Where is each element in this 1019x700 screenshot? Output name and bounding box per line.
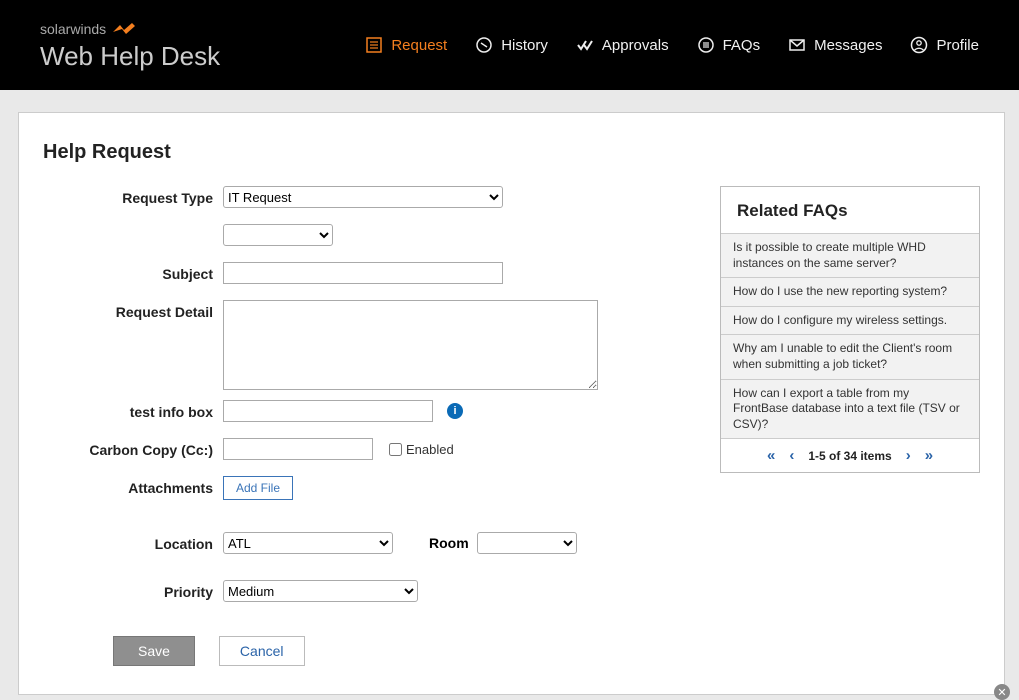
test-info-box-input[interactable] xyxy=(223,400,433,422)
secondary-type-select[interactable] xyxy=(223,224,333,246)
cancel-button[interactable]: Cancel xyxy=(219,636,305,666)
save-button[interactable]: Save xyxy=(113,636,195,666)
request-detail-textarea[interactable] xyxy=(223,300,598,390)
faq-icon xyxy=(697,36,715,54)
nav-history[interactable]: History xyxy=(475,36,548,54)
faq-item[interactable]: How can I export a table from my FrontBa… xyxy=(721,379,979,439)
label-priority: Priority xyxy=(43,580,223,600)
location-select[interactable]: ATL xyxy=(223,532,393,554)
priority-select[interactable]: Medium xyxy=(223,580,418,602)
label-room: Room xyxy=(429,535,469,551)
enabled-checkbox[interactable] xyxy=(389,443,402,456)
nav-request-label: Request xyxy=(391,37,447,54)
nav-approvals[interactable]: Approvals xyxy=(576,36,669,54)
label-location: Location xyxy=(43,532,223,552)
brand: solarwinds Web Help Desk xyxy=(40,18,220,72)
pager-last-icon[interactable]: » xyxy=(925,447,933,464)
carbon-copy-input[interactable] xyxy=(223,438,373,460)
page-title: Help Request xyxy=(43,141,980,164)
check-icon xyxy=(576,36,594,54)
nav-profile[interactable]: Profile xyxy=(910,36,979,54)
nav-messages-label: Messages xyxy=(814,37,882,54)
brand-title: Web Help Desk xyxy=(40,41,220,72)
info-icon[interactable]: i xyxy=(447,403,463,419)
brand-logo-icon xyxy=(112,18,136,39)
main-nav: Request History Approvals FAQs Messages xyxy=(365,36,979,54)
faq-title: Related FAQs xyxy=(721,187,979,233)
nav-request[interactable]: Request xyxy=(365,36,447,54)
pager-next-icon[interactable]: › xyxy=(906,447,911,464)
brand-subtitle: solarwinds xyxy=(40,18,220,39)
brand-company: solarwinds xyxy=(40,21,106,37)
room-select[interactable] xyxy=(477,532,577,554)
faq-item[interactable]: How do I use the new reporting system? xyxy=(721,277,979,306)
label-attachments: Attachments xyxy=(43,476,223,496)
enabled-checkbox-wrap[interactable]: Enabled xyxy=(389,442,454,457)
label-subject: Subject xyxy=(43,262,223,282)
nav-messages[interactable]: Messages xyxy=(788,36,882,54)
nav-approvals-label: Approvals xyxy=(602,37,669,54)
page-container: Help Request Request Type IT Request xyxy=(18,112,1005,695)
faq-item[interactable]: How do I configure my wireless settings. xyxy=(721,306,979,335)
faq-item[interactable]: Is it possible to create multiple WHD in… xyxy=(721,233,979,277)
label-blank xyxy=(43,224,223,228)
faq-box: Related FAQs Is it possible to create mu… xyxy=(720,186,980,473)
add-file-button[interactable]: Add File xyxy=(223,476,293,500)
nav-profile-label: Profile xyxy=(936,37,979,54)
enabled-label: Enabled xyxy=(406,442,454,457)
mail-icon xyxy=(788,36,806,54)
user-icon xyxy=(910,36,928,54)
topbar: solarwinds Web Help Desk Request History… xyxy=(0,0,1019,90)
nav-faqs-label: FAQs xyxy=(723,37,761,54)
request-type-select[interactable]: IT Request xyxy=(223,186,503,208)
form-column: Request Type IT Request Subject xyxy=(43,186,663,666)
nav-faqs[interactable]: FAQs xyxy=(697,36,761,54)
clock-icon xyxy=(475,36,493,54)
list-icon xyxy=(365,36,383,54)
label-test-info-box: test info box xyxy=(43,400,223,420)
subject-input[interactable] xyxy=(223,262,503,284)
faq-column: Related FAQs Is it possible to create mu… xyxy=(720,186,980,666)
label-carbon-copy: Carbon Copy (Cc:) xyxy=(43,438,223,458)
pager-first-icon[interactable]: « xyxy=(767,447,775,464)
close-icon[interactable]: ✕ xyxy=(994,684,1010,700)
faq-item[interactable]: Why am I unable to edit the Client's roo… xyxy=(721,334,979,378)
pager-status: 1-5 of 34 items xyxy=(808,449,891,463)
nav-history-label: History xyxy=(501,37,548,54)
label-request-detail: Request Detail xyxy=(43,300,223,320)
faq-pager: « ‹ 1-5 of 34 items › » xyxy=(721,438,979,472)
pager-prev-icon[interactable]: ‹ xyxy=(789,447,794,464)
label-request-type: Request Type xyxy=(43,186,223,206)
